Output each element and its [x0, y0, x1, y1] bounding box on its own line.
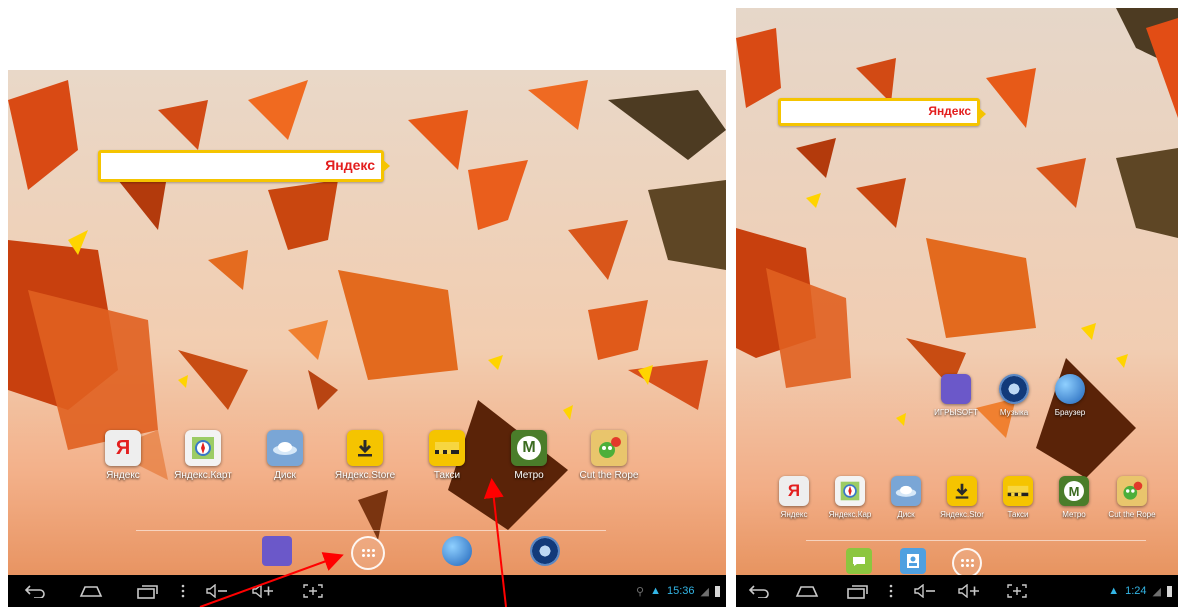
- app-label: Яндекс: [780, 510, 808, 519]
- app-cut-the-rope[interactable]: Cut the Rope: [1100, 476, 1164, 519]
- back-icon[interactable]: [746, 575, 772, 607]
- left-tablet-screen: Яндекс Я Яндекс Яндекс.Карт Диск Яндекс.…: [8, 70, 726, 607]
- warning-icon: ▲: [650, 585, 661, 597]
- messaging-icon[interactable]: [846, 548, 872, 574]
- volume-up-icon[interactable]: [250, 575, 276, 607]
- recent-apps-icon[interactable]: [844, 575, 870, 607]
- all-apps-button[interactable]: [952, 548, 982, 578]
- app-label: Cut the Rope: [579, 470, 639, 481]
- menu-icon[interactable]: [178, 575, 188, 607]
- recent-apps-icon[interactable]: [134, 575, 160, 607]
- app-label: Яндекс.Store: [334, 470, 396, 481]
- store-icon: [947, 476, 977, 506]
- app-metro[interactable]: M Метро: [1044, 476, 1104, 519]
- status-area: ▲ 1:24 ◢: [1108, 575, 1172, 607]
- screenshot-icon[interactable]: [300, 575, 326, 607]
- volume-up-icon[interactable]: [956, 575, 982, 607]
- volume-down-icon[interactable]: [912, 575, 938, 607]
- app-yandex-store[interactable]: Яндекс.Stor: [932, 476, 992, 519]
- system-navigation-bar: ▲ 1:24 ◢: [736, 575, 1178, 607]
- taxi-icon: [429, 430, 465, 466]
- clock: 1:24: [1125, 585, 1147, 597]
- status-area: ⚲ ▲ 15:36 ◢: [636, 575, 720, 607]
- right-tablet-screen: Яндекс ИГРЫSOFT Музыка Браузер Я Яндекс …: [736, 8, 1178, 607]
- app-yandex-store[interactable]: Яндекс.Store: [328, 430, 402, 481]
- home-icon[interactable]: [794, 575, 820, 607]
- app-label: Диск: [274, 470, 296, 481]
- app-yandex[interactable]: Я Яндекс: [86, 430, 160, 481]
- app-games-folder[interactable]: ИГРЫSOFT: [926, 374, 986, 417]
- browser-icon: [1055, 374, 1085, 404]
- warning-icon: ▲: [1108, 585, 1120, 597]
- battery-icon: [715, 585, 720, 597]
- all-apps-button[interactable]: [351, 536, 385, 570]
- app-label: Cut the Rope: [1108, 510, 1156, 519]
- music-icon: [999, 374, 1029, 404]
- app-label: Метро: [514, 470, 544, 481]
- app-disk[interactable]: Диск: [876, 476, 936, 519]
- cut-the-rope-icon: [591, 430, 627, 466]
- games-folder-icon[interactable]: [262, 536, 292, 566]
- app-yandex[interactable]: Я Яндекс: [764, 476, 824, 519]
- signal-icon: ◢: [1152, 585, 1161, 598]
- app-metro[interactable]: M Метро: [492, 430, 566, 481]
- volume-down-icon[interactable]: [204, 575, 230, 607]
- yandex-icon: Я: [105, 430, 141, 466]
- app-cut-the-rope[interactable]: Cut the Rope: [572, 430, 646, 481]
- app-label: Метро: [1062, 510, 1086, 519]
- metro-icon: M: [1059, 476, 1089, 506]
- app-label: Яндекс: [106, 470, 140, 481]
- dock-divider: [806, 540, 1146, 541]
- app-label: Яндекс.Кар: [828, 510, 872, 519]
- browser-icon[interactable]: [442, 536, 472, 566]
- app-label: Такси: [1007, 510, 1029, 519]
- games-folder-icon: [941, 374, 971, 404]
- app-music[interactable]: Музыка: [984, 374, 1044, 417]
- app-label: Браузер: [1054, 408, 1086, 417]
- app-taxi[interactable]: Такси: [410, 430, 484, 481]
- music-icon[interactable]: [530, 536, 560, 566]
- back-icon[interactable]: [22, 575, 48, 607]
- yandex-maps-icon: [835, 476, 865, 506]
- usb-icon: ⚲: [636, 585, 645, 598]
- clock: 15:36: [667, 585, 695, 597]
- home-icon[interactable]: [78, 575, 104, 607]
- app-label: ИГРЫSOFT: [934, 408, 978, 417]
- app-label: Яндекс.Карт: [174, 470, 232, 481]
- app-label: Диск: [897, 510, 915, 519]
- screenshot-icon[interactable]: [1004, 575, 1030, 607]
- metro-icon: M: [511, 430, 547, 466]
- app-label: Яндекс.Stor: [940, 510, 984, 519]
- cut-the-rope-icon: [1117, 476, 1147, 506]
- battery-icon: [1167, 585, 1172, 597]
- dock-divider: [136, 530, 606, 531]
- signal-icon: ◢: [700, 585, 709, 598]
- menu-icon[interactable]: [886, 575, 896, 607]
- yandex-search-brand: Яндекс: [325, 157, 375, 173]
- system-navigation-bar: ⚲ ▲ 15:36 ◢: [8, 575, 726, 607]
- contacts-icon[interactable]: [900, 548, 926, 574]
- store-icon: [347, 430, 383, 466]
- app-label: Музыка: [999, 408, 1029, 417]
- yandex-icon: Я: [779, 476, 809, 506]
- wallpaper: [8, 70, 726, 575]
- disk-icon: [891, 476, 921, 506]
- disk-icon: [267, 430, 303, 466]
- app-browser[interactable]: Браузер: [1040, 374, 1100, 417]
- app-disk[interactable]: Диск: [248, 430, 322, 481]
- yandex-search-widget[interactable]: Яндекс: [98, 150, 390, 182]
- taxi-icon: [1003, 476, 1033, 506]
- app-yandex-maps[interactable]: Яндекс.Карт: [166, 430, 240, 481]
- yandex-search-widget[interactable]: Яндекс: [778, 98, 986, 126]
- yandex-search-brand: Яндекс: [928, 104, 971, 118]
- app-label: Такси: [433, 470, 461, 481]
- app-taxi[interactable]: Такси: [988, 476, 1048, 519]
- app-yandex-maps[interactable]: Яндекс.Кар: [820, 476, 880, 519]
- yandex-maps-icon: [185, 430, 221, 466]
